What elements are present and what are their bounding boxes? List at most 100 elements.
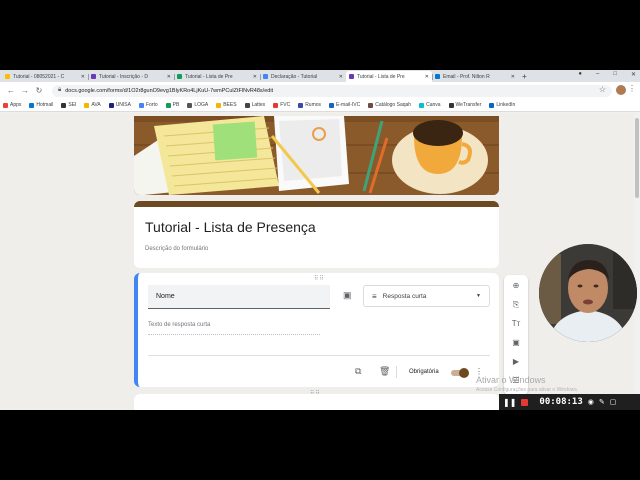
menu-icon[interactable]: ⋮ — [628, 84, 636, 93]
new-tab-button[interactable]: + — [522, 71, 527, 82]
bookmark-item[interactable]: AVA — [84, 102, 101, 108]
browser-tab[interactable]: Email - Prof. Nilton R ✕ — [432, 71, 518, 82]
bookmark-label: AVA — [91, 102, 101, 108]
bookmark-favicon-icon — [273, 102, 279, 108]
bookmark-label: Canva — [426, 102, 441, 108]
question-title-input[interactable]: Nome — [148, 285, 330, 309]
windows-activation-hint: Acesse Configurações para ativar o Windo… — [476, 387, 579, 393]
bookmark-label: Lattes — [251, 102, 266, 108]
bookmark-item[interactable]: LinkedIn — [489, 102, 515, 108]
bookmark-label: LinkedIn — [496, 102, 516, 108]
browser-tab[interactable]: Tutorial - 08052021 - C ✕ — [2, 71, 88, 82]
add-video-icon[interactable]: ▶ — [513, 355, 519, 368]
bookmark-item[interactable]: Lattes — [244, 102, 266, 108]
bookmark-item[interactable]: Forto — [138, 102, 158, 108]
close-window-icon[interactable]: ✕ — [631, 71, 636, 78]
delete-icon[interactable]: 🗑︎ — [379, 366, 390, 377]
scrollbar-thumb[interactable] — [635, 118, 639, 198]
close-icon[interactable]: ✕ — [339, 74, 343, 80]
camera-icon[interactable]: ◉ — [588, 398, 594, 406]
reload-icon[interactable]: ↻ — [32, 86, 46, 95]
tab-label: Email - Prof. Nilton R — [443, 73, 490, 80]
bookmark-item[interactable]: FVC — [273, 102, 290, 108]
close-icon[interactable]: ✕ — [425, 74, 429, 80]
form-title[interactable]: Tutorial - Lista de Presença — [145, 219, 316, 235]
bookmark-favicon-icon — [61, 102, 67, 108]
duplicate-icon[interactable]: ⧉ — [355, 366, 361, 377]
address-bar[interactable]: 🔒︎ docs.google.com/forms/d/1O2r8gunO9evg… — [52, 84, 612, 97]
bookmark-item[interactable]: UNISA — [108, 102, 131, 108]
bookmark-item[interactable]: Rumos — [298, 102, 321, 108]
bookmark-item[interactable]: SEI — [61, 102, 76, 108]
forward-icon[interactable]: → — [18, 86, 32, 95]
bookmark-item[interactable]: PB — [165, 102, 179, 108]
bookmark-item[interactable]: LOGA — [187, 102, 208, 108]
bookmark-favicon-icon — [489, 102, 495, 108]
profile-avatar[interactable] — [616, 85, 626, 95]
pause-icon[interactable]: ❚❚ — [503, 398, 516, 407]
bookmark-item[interactable]: WeTransfer — [448, 102, 481, 108]
bookmark-favicon-icon — [244, 102, 250, 108]
short-answer-preview: Texto de resposta curta — [148, 322, 320, 335]
minimize-icon[interactable]: – — [596, 71, 599, 78]
form-description[interactable]: Descrição do formulário — [145, 246, 208, 252]
tab-label: Tutorial - 08052021 - C — [13, 73, 65, 80]
tab-favicon — [91, 74, 96, 79]
bookmark-favicon-icon — [368, 102, 374, 108]
close-icon[interactable]: ✕ — [81, 74, 85, 80]
close-icon[interactable]: ✕ — [511, 74, 515, 80]
bookmark-label: Apps — [10, 102, 22, 108]
bookmark-item[interactable]: Canva — [419, 102, 441, 108]
bookmark-item[interactable]: Apps — [3, 102, 21, 108]
bookmark-label: E-mail-IVC — [336, 102, 361, 108]
import-questions-icon[interactable]: ⎘ — [513, 298, 519, 311]
required-toggle[interactable] — [451, 368, 469, 378]
browser-tab[interactable]: Tutorial - Lista de Pre ✕ — [174, 71, 260, 82]
recording-timer: 00:08:13 — [539, 397, 583, 407]
stop-button[interactable] — [521, 398, 529, 406]
next-question-card[interactable] — [134, 394, 499, 410]
bookmark-favicon-icon — [165, 102, 171, 108]
bookmark-label: Hotmail — [36, 102, 54, 108]
bookmark-item[interactable]: Catálogo Saqah — [368, 102, 411, 108]
drag-handle-icon[interactable]: ⠿⠿ — [314, 275, 325, 282]
tab-favicon — [177, 74, 182, 79]
scrollbar[interactable] — [634, 113, 640, 410]
bookmark-favicon-icon — [84, 102, 90, 108]
tab-label: Tutorial - Lista de Pre — [357, 73, 405, 80]
bookmark-item[interactable]: BEES — [216, 102, 237, 108]
bookmark-item[interactable]: E-mail-IVC — [329, 102, 360, 108]
windows-activation-watermark: Ativar o Windows — [476, 375, 546, 385]
close-icon[interactable]: ✕ — [253, 74, 257, 80]
add-title-icon[interactable]: Tт — [512, 317, 521, 330]
bookmark-label: UNISA — [115, 102, 131, 108]
bookmark-item[interactable]: Hotmail — [29, 102, 53, 108]
bookmark-star-icon[interactable]: ☆ — [599, 85, 606, 94]
minimize-recorder-icon[interactable]: ▢ — [610, 398, 617, 406]
add-question-icon[interactable]: ⊕ — [513, 279, 520, 292]
record-icon[interactable]: ● — [578, 71, 582, 78]
bookmark-favicon-icon — [419, 102, 425, 108]
question-card[interactable]: ⠿⠿ Nome ▣ ≡ Resposta curta ▼ Texto de re… — [134, 273, 499, 387]
bookmark-favicon-icon — [216, 102, 222, 108]
tab-favicon — [263, 74, 268, 79]
bookmark-favicon-icon — [187, 102, 193, 108]
required-label: Obrigatória — [409, 369, 439, 375]
image-icon[interactable]: ▣ — [343, 290, 352, 301]
browser-tab[interactable]: Tutorial - Inscrição - D ✕ — [88, 71, 174, 82]
tab-favicon — [5, 74, 10, 79]
question-type-label: Resposta curta — [382, 292, 427, 300]
browser-tab-active[interactable]: Tutorial - Lista de Pre ✕ — [346, 71, 432, 82]
close-icon[interactable]: ✕ — [167, 74, 171, 80]
bookmark-favicon-icon — [448, 102, 454, 108]
question-type-select[interactable]: ≡ Resposta curta ▼ — [363, 285, 490, 307]
header-image — [134, 116, 499, 195]
add-image-icon[interactable]: ▣ — [512, 336, 520, 349]
back-icon[interactable]: ← — [4, 86, 18, 95]
browser-toolbar: ← → ↻ 🔒︎ docs.google.com/forms/d/1O2r8gu… — [0, 82, 640, 99]
maximize-icon[interactable]: □ — [613, 71, 617, 78]
pen-icon[interactable]: ✎ — [599, 398, 605, 406]
bookmark-favicon-icon — [138, 102, 144, 108]
screen: Tutorial - 08052021 - C ✕ Tutorial - Insc… — [0, 70, 640, 410]
browser-tab[interactable]: Declaração - Tutorial ✕ — [260, 71, 346, 82]
